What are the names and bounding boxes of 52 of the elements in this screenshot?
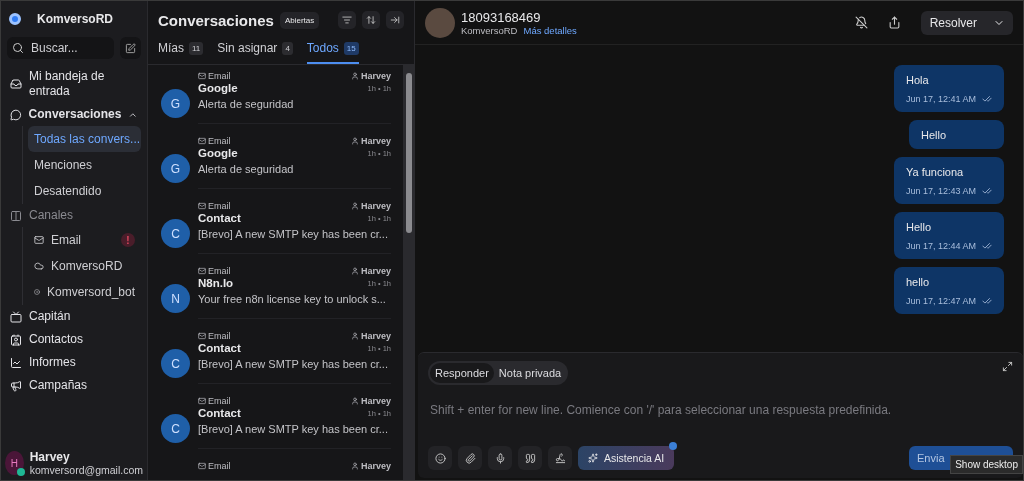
assignee-label: Harvey <box>350 396 391 406</box>
alert-badge: ! <box>121 233 135 247</box>
list-title: Conversaciones <box>158 11 274 29</box>
brand-name: KomversoRD <box>37 12 114 26</box>
message-text: hello <box>905 276 931 288</box>
tab-count: 11 <box>189 41 204 55</box>
message-time: Jun 17, 12:47 AM <box>905 296 976 306</box>
assignee-label: Harvey <box>350 461 391 471</box>
message-text: Ya funciona <box>905 166 965 178</box>
channel-label: Email <box>198 461 231 471</box>
contact-avatar: C <box>161 349 190 378</box>
contact-name: Google <box>198 82 238 94</box>
contact-avatar: G <box>161 89 190 118</box>
contact-name: Google <box>198 147 238 159</box>
channel-label: Email <box>198 396 231 406</box>
inbox-label: KomversoRD <box>461 24 518 36</box>
assignee-label: Harvey <box>350 136 391 146</box>
message-time: Jun 17, 12:41 AM <box>905 94 976 104</box>
message-preview: [Brevo] A new SMTP key has been cr... <box>198 228 389 240</box>
channel-label: Email <box>198 136 231 146</box>
message-text: Hello <box>905 221 932 233</box>
assignee-label: Harvey <box>350 201 391 211</box>
contact-avatar: N <box>161 284 190 313</box>
tab-count: 15 <box>343 41 359 55</box>
assignee-label: Harvey <box>350 331 391 341</box>
contact-number: 18093168469 <box>461 9 542 25</box>
contact-avatar: C <box>161 414 190 443</box>
channel-label: Email <box>198 71 231 81</box>
message-text: Hola <box>905 74 930 86</box>
assignee-label: Harvey <box>350 71 391 81</box>
channel-label: Email <box>198 201 231 211</box>
channel-label: Email <box>198 266 231 276</box>
message-preview: Alerta de seguridad <box>198 163 295 175</box>
contact-name: Contact <box>198 407 241 419</box>
user-email: komversord@gmail.com <box>29 464 143 476</box>
contact-avatar: C <box>161 219 190 248</box>
user-name: Harvey <box>29 450 71 464</box>
tooltip: Show desktop <box>950 455 1023 474</box>
contact-avatar: G <box>161 154 190 183</box>
message-time: Jun 17, 12:43 AM <box>905 186 976 196</box>
contact-name: Contact <box>198 342 241 354</box>
message-preview: Your free n8n license key to unlock s... <box>198 293 387 305</box>
message-time: Jun 17, 12:44 AM <box>905 241 976 251</box>
message-preview: [Brevo] A new SMTP key has been cr... <box>198 358 389 370</box>
channel-label: Email <box>198 331 231 341</box>
message-text: Hello <box>921 129 948 141</box>
message-preview: Alerta de seguridad <box>198 98 295 110</box>
tab-count: 4 <box>282 41 293 55</box>
contact-name: Contact <box>198 212 241 224</box>
message-preview: [Brevo] A new SMTP key has been cr... <box>198 423 389 435</box>
contact-name: N8n.Io <box>198 277 234 289</box>
assignee-label: Harvey <box>350 266 391 276</box>
